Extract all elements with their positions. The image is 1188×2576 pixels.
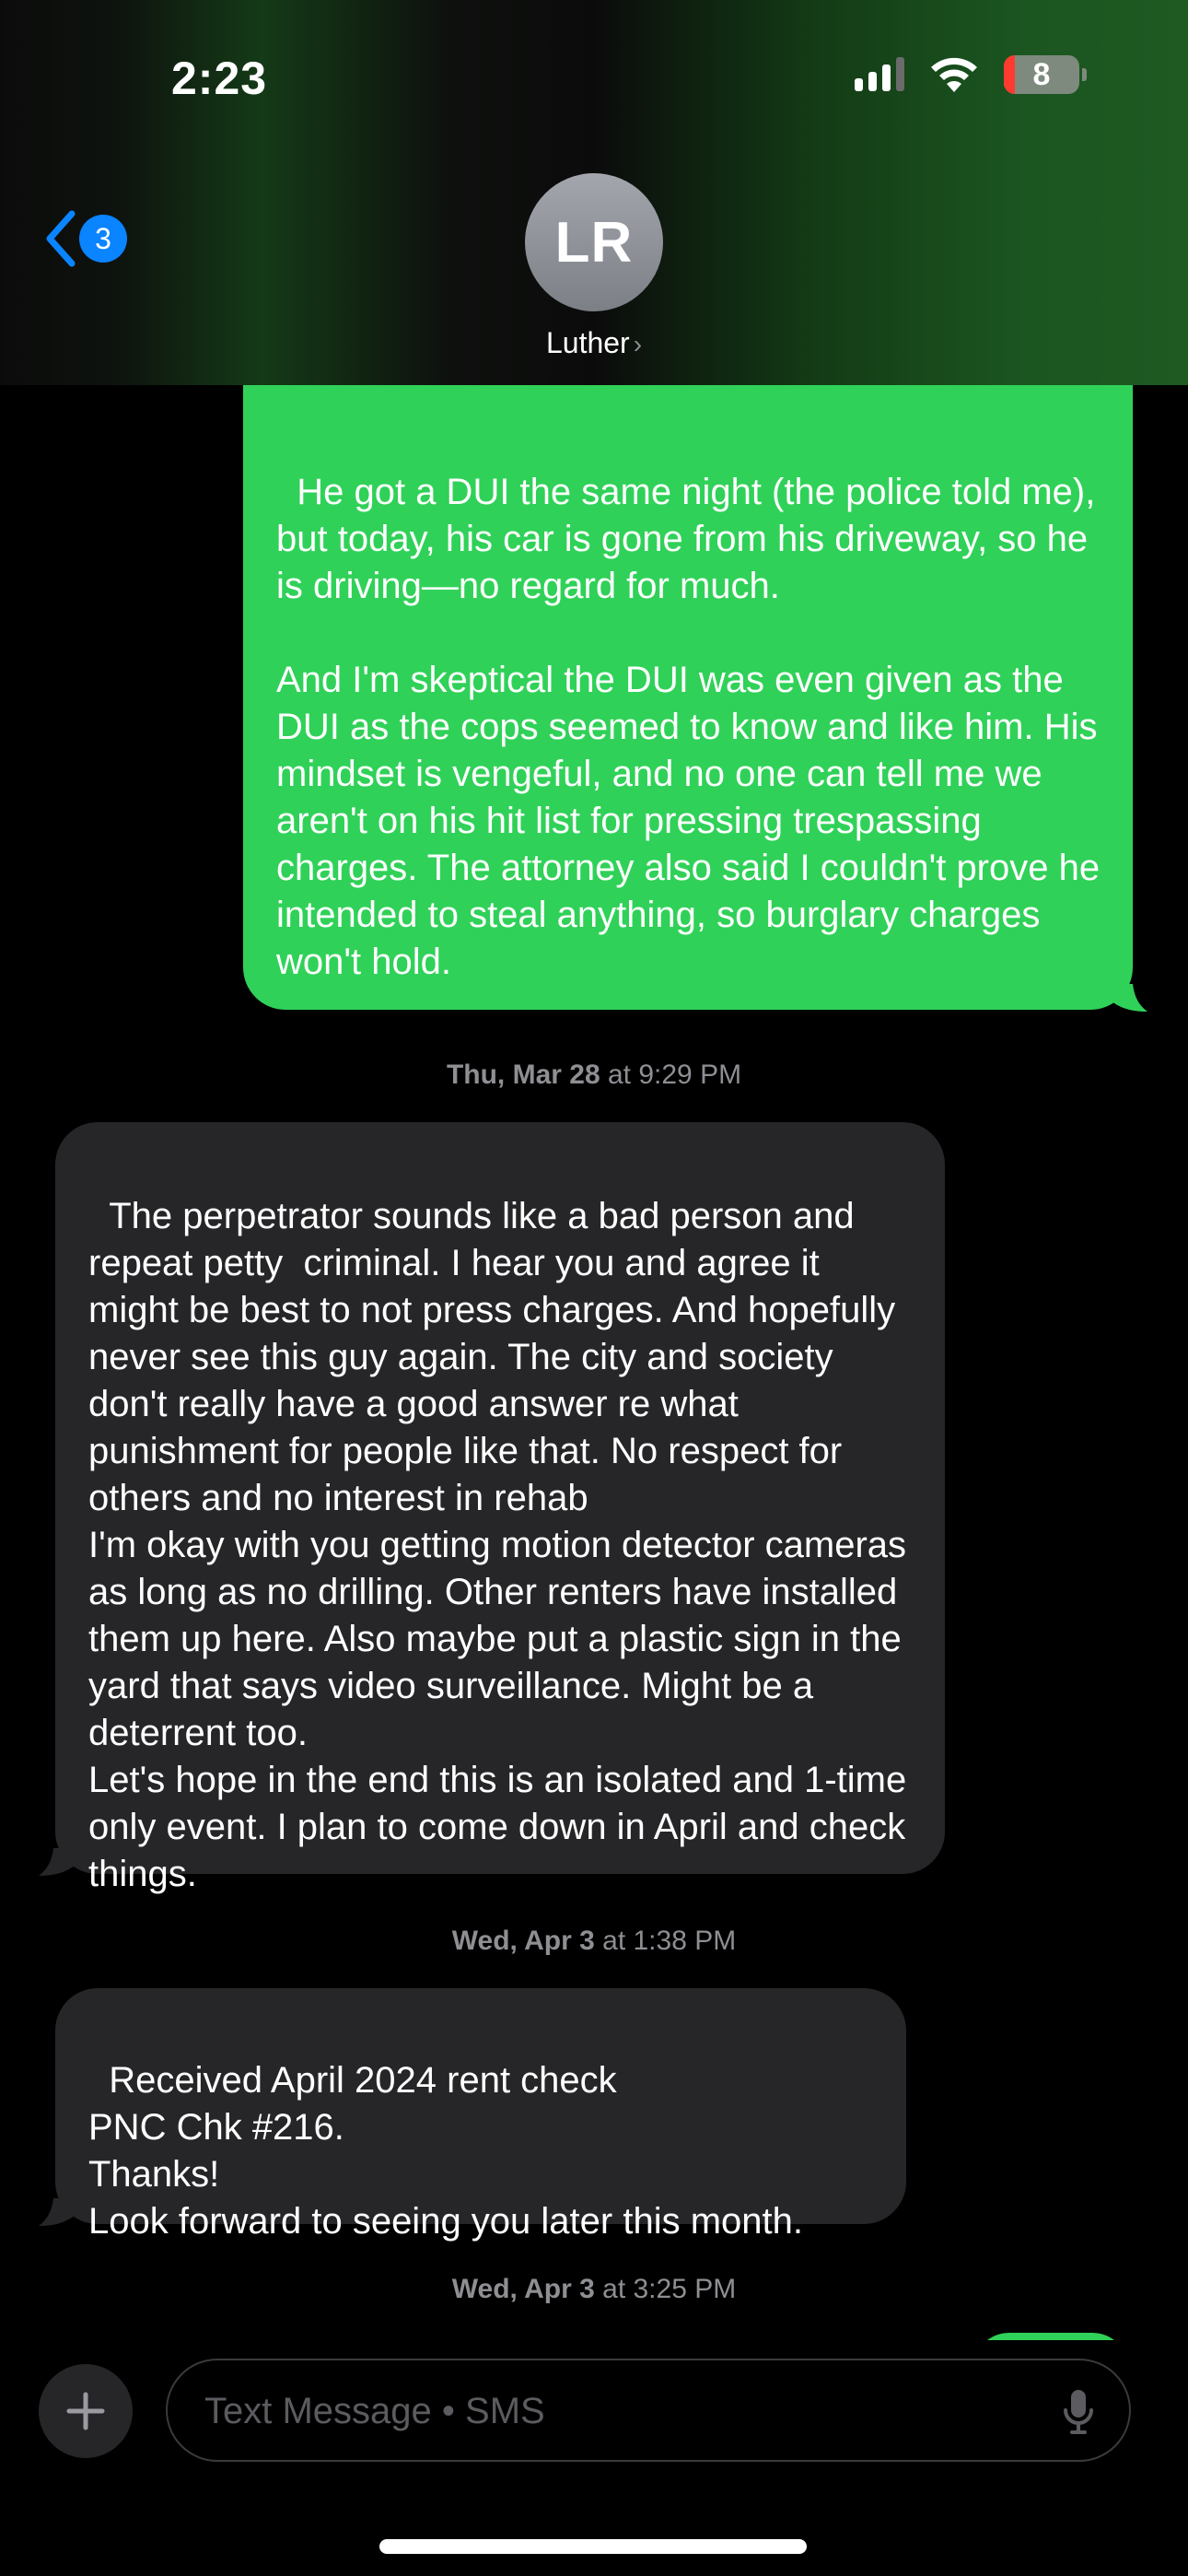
bubble-tail xyxy=(39,2198,76,2226)
timestamp-time: at 3:25 PM xyxy=(602,2274,737,2304)
bubble-tail xyxy=(39,1848,76,1876)
battery-level: 8 xyxy=(1032,56,1051,92)
contact-name-label: Luther xyxy=(545,326,630,359)
timestamp-day: Wed, Apr 3 xyxy=(451,2274,595,2304)
timestamp-time: at 9:29 PM xyxy=(607,1060,742,1090)
message-text: The perpetrator sounds like a bad person… xyxy=(88,1196,907,1894)
status-bar-indicators: 8 xyxy=(855,55,1087,94)
home-indicator[interactable] xyxy=(379,2539,807,2554)
back-button[interactable]: 3 xyxy=(44,210,127,267)
message-input-container[interactable] xyxy=(166,2359,1131,2462)
chevron-right-icon: › xyxy=(633,330,643,358)
battery-icon: 8 xyxy=(1004,55,1079,94)
message-input[interactable] xyxy=(203,2381,1017,2441)
bubble-tail xyxy=(1111,984,1147,1012)
add-attachment-button[interactable] xyxy=(39,2364,133,2458)
message-text: Received April 2024 rent check PNC Chk #… xyxy=(88,2060,803,2242)
message-composer xyxy=(0,2340,1188,2576)
cellular-signal-icon xyxy=(855,57,904,91)
timestamp: Wed, Apr 3 at 3:25 PM xyxy=(0,2274,1188,2305)
conversation-header: 2:23 8 3 LR Luther › xyxy=(0,0,1188,385)
wifi-icon xyxy=(931,57,977,92)
unread-count-badge: 3 xyxy=(79,215,127,263)
timestamp: Thu, Mar 28 at 9:29 PM xyxy=(0,1060,1188,1091)
message-bubble-received[interactable]: Received April 2024 rent check PNC Chk #… xyxy=(55,1988,906,2242)
chevron-left-icon xyxy=(46,210,76,267)
contact-avatar[interactable]: LR xyxy=(525,173,663,311)
message-bubble-received[interactable]: The perpetrator sounds like a bad person… xyxy=(55,1122,945,1894)
contact-name[interactable]: Luther › xyxy=(0,326,1188,360)
status-bar-time: 2:23 xyxy=(171,53,268,104)
timestamp-time: at 1:38 PM xyxy=(602,1926,737,1956)
microphone-icon[interactable] xyxy=(1063,2388,1094,2436)
message-bubble-sent[interactable]: He got a DUI the same night (the police … xyxy=(243,385,1133,1010)
message-text: He got a DUI the same night (the police … xyxy=(276,472,1101,982)
timestamp-day: Thu, Mar 28 xyxy=(446,1060,600,1090)
timestamp: Wed, Apr 3 at 1:38 PM xyxy=(0,1926,1188,1957)
timestamp-day: Wed, Apr 3 xyxy=(451,1926,595,1956)
plus-icon xyxy=(66,2392,105,2430)
